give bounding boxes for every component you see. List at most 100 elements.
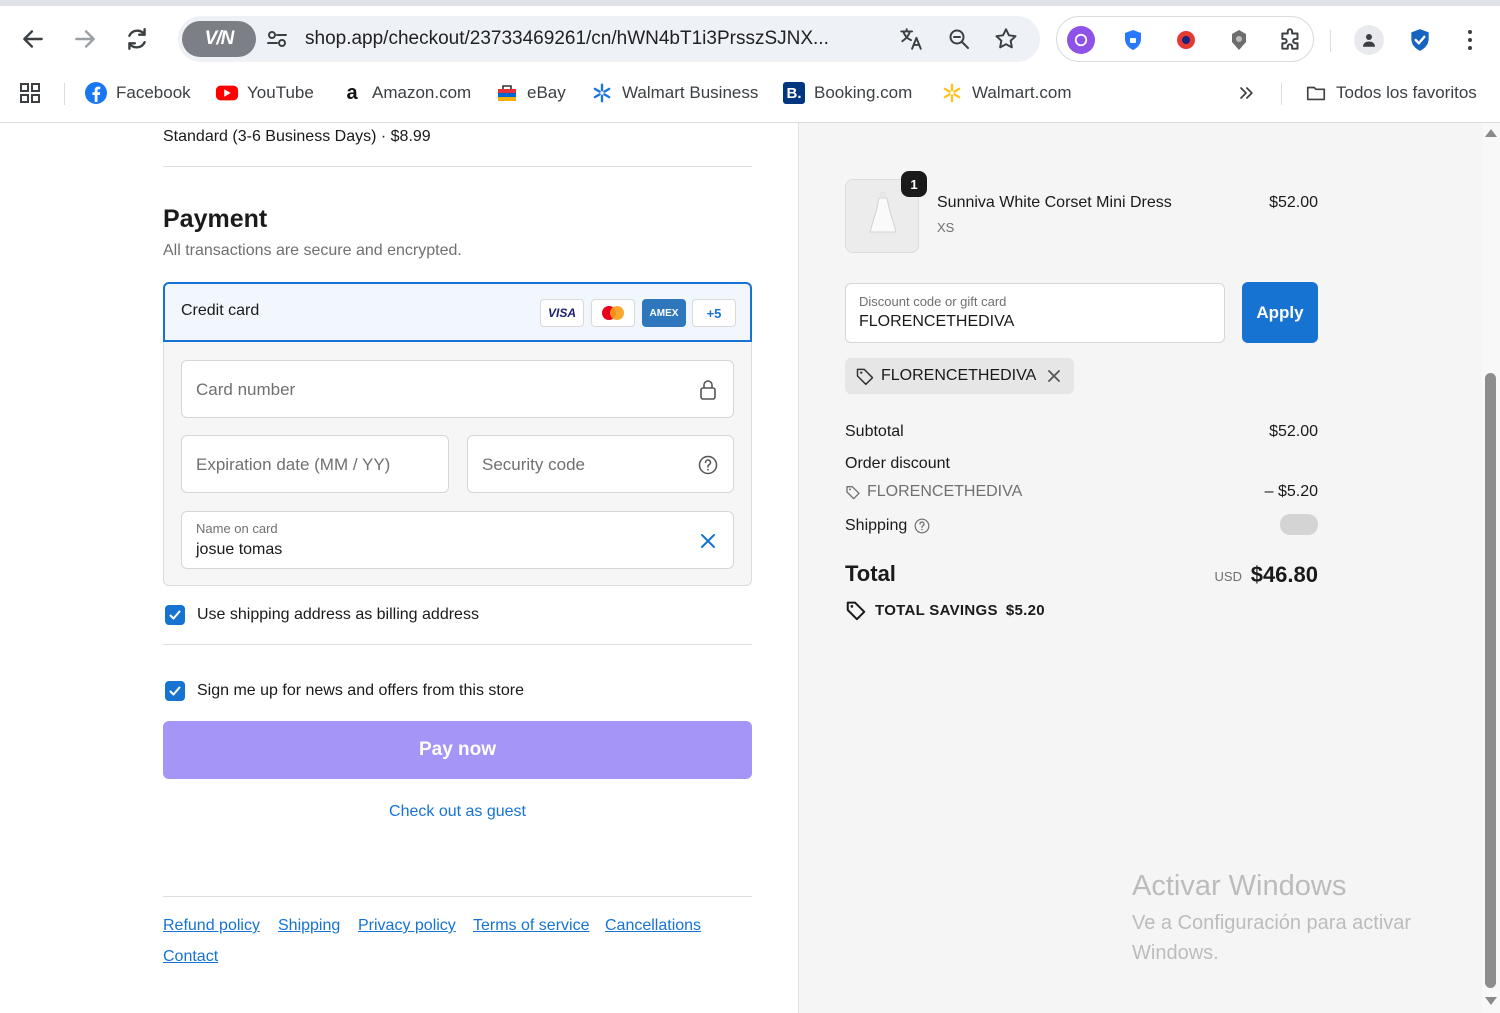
card-number-field[interactable]: Card number xyxy=(181,360,734,418)
extension-shield-icon[interactable] xyxy=(1119,26,1147,54)
order-discount-label: Order discount xyxy=(845,455,950,472)
discount-code-value: FLORENCETHEDIVA xyxy=(859,313,1015,330)
bookmark-amazon[interactable]: a Amazon.com xyxy=(340,81,471,105)
reload-button[interactable] xyxy=(120,22,154,56)
shipping-label: Shipping xyxy=(845,517,908,534)
bookmark-booking[interactable]: B. Booking.com xyxy=(782,81,912,105)
bookmark-label: Facebook xyxy=(116,83,191,102)
address-bar[interactable]: V/N shop.app/checkout/23733469261/cn/hWN… xyxy=(178,16,1040,62)
extensions-puzzle-icon[interactable] xyxy=(1277,26,1305,54)
site-settings-icon[interactable] xyxy=(262,24,292,54)
bookmark-ebay[interactable]: eBay xyxy=(495,81,566,105)
security-code-field[interactable]: Security code xyxy=(467,435,734,493)
facebook-icon xyxy=(84,81,108,105)
discount-code-input[interactable]: Discount code or gift card FLORENCETHEDI… xyxy=(845,283,1225,343)
tag-icon xyxy=(855,366,875,386)
all-bookmarks-label: Todos los favoritos xyxy=(1336,83,1477,102)
extensions-group xyxy=(1056,16,1314,62)
total-savings-value: $5.20 xyxy=(1005,601,1045,619)
name-on-card-field[interactable]: Name on card josue tomas xyxy=(181,511,734,569)
bookmarks-separator xyxy=(64,83,65,105)
total-currency: USD xyxy=(1214,569,1242,584)
scroll-up-arrow-icon[interactable] xyxy=(1485,129,1497,137)
bookmark-label: YouTube xyxy=(247,83,314,102)
bookmark-label: Booking.com xyxy=(814,83,913,102)
youtube-icon xyxy=(215,81,239,105)
privacy-policy-link[interactable]: Privacy policy xyxy=(358,917,456,935)
booking-icon: B. xyxy=(782,81,806,105)
expiration-date-field[interactable]: Expiration date (MM / YY) xyxy=(181,435,449,493)
tag-icon xyxy=(846,486,860,500)
pay-now-button[interactable]: Pay now xyxy=(163,721,752,779)
bookmarks-separator xyxy=(1281,83,1282,105)
divider xyxy=(163,896,752,897)
clear-x-icon[interactable] xyxy=(697,530,719,552)
terms-of-service-link[interactable]: Terms of service xyxy=(473,917,589,935)
shipping-policy-link[interactable]: Shipping xyxy=(278,917,340,935)
scroll-down-arrow-icon[interactable] xyxy=(1485,997,1497,1005)
order-discount-value: – $5.20 xyxy=(1264,483,1318,500)
product-variant: XS xyxy=(937,220,955,235)
zoom-icon[interactable] xyxy=(944,24,974,54)
refund-policy-link[interactable]: Refund policy xyxy=(163,917,260,935)
help-circle-icon[interactable] xyxy=(914,518,930,534)
profile-avatar-icon[interactable] xyxy=(1354,25,1384,55)
total-label: Total xyxy=(845,561,896,586)
extension-purple-icon[interactable] xyxy=(1067,26,1095,54)
shipping-loading-placeholder xyxy=(1280,514,1318,535)
divider xyxy=(163,644,752,645)
checkmark-icon xyxy=(169,686,181,696)
url-text: shop.app/checkout/23733469261/cn/hWN4bT1… xyxy=(305,28,829,49)
checkout-as-guest-link[interactable]: Check out as guest xyxy=(163,803,752,821)
credit-card-option[interactable]: Credit card VISA AMEX +5 xyxy=(163,282,752,342)
bookmark-walmart[interactable]: Walmart.com xyxy=(940,81,1072,105)
card-number-placeholder: Card number xyxy=(196,380,296,399)
windows-activation-message: Ve a Configuración para activar Windows. xyxy=(1132,912,1412,964)
forward-button[interactable] xyxy=(68,22,102,56)
more-cards-badge: +5 xyxy=(692,299,736,327)
payment-heading: Payment xyxy=(163,205,268,233)
vpn-button[interactable]: V/N xyxy=(182,21,256,57)
billing-address-checkbox[interactable] xyxy=(165,605,185,625)
scrollbar-thumb[interactable] xyxy=(1485,373,1496,988)
page-scrollbar[interactable] xyxy=(1482,123,1500,1013)
cancellations-link[interactable]: Cancellations xyxy=(605,917,701,935)
ebay-icon xyxy=(495,81,519,105)
toolbar-separator xyxy=(1330,30,1331,52)
all-bookmarks-folder[interactable]: Todos los favoritos xyxy=(1304,81,1477,105)
apps-grid-icon[interactable] xyxy=(18,81,42,105)
walmart-business-icon xyxy=(590,81,614,105)
savings-tag-icon xyxy=(845,599,867,621)
security-shield-icon[interactable] xyxy=(1405,25,1435,55)
bookmark-youtube[interactable]: YouTube xyxy=(215,81,314,105)
contact-link[interactable]: Contact xyxy=(163,948,218,966)
discount-code-label: Discount code or gift card xyxy=(859,294,1007,309)
back-button[interactable] xyxy=(16,22,50,56)
translate-icon[interactable] xyxy=(896,24,926,54)
mastercard-icon xyxy=(591,299,635,327)
bookmarks-bar: Facebook YouTube a Amazon.com eBay Walma… xyxy=(0,72,1500,114)
remove-discount-icon[interactable] xyxy=(1046,368,1062,384)
bookmark-star-icon[interactable] xyxy=(991,24,1021,54)
applied-discount-tag: FLORENCETHEDIVA xyxy=(845,358,1075,394)
subtotal-label: Subtotal xyxy=(845,423,904,440)
billing-address-label[interactable]: Use shipping address as billing address xyxy=(197,606,479,624)
bookmark-label: Walmart Business xyxy=(622,83,759,102)
apply-discount-button[interactable]: Apply xyxy=(1242,282,1318,343)
newsletter-label[interactable]: Sign me up for news and offers from this… xyxy=(197,682,524,700)
bookmark-facebook[interactable]: Facebook xyxy=(84,81,191,105)
name-on-card-label: Name on card xyxy=(196,521,278,536)
bookmark-walmart-business[interactable]: Walmart Business xyxy=(590,81,758,105)
newsletter-checkbox[interactable] xyxy=(165,681,185,701)
help-circle-icon[interactable] xyxy=(697,454,719,476)
extension-gear-icon[interactable] xyxy=(1225,26,1253,54)
extension-bug-icon[interactable] xyxy=(1172,26,1200,54)
browser-menu-icon[interactable] xyxy=(1456,24,1484,56)
product-name: Sunniva White Corset Mini Dress xyxy=(937,194,1172,211)
shipping-row-label: Shipping xyxy=(845,517,930,535)
visa-icon: VISA xyxy=(540,299,584,327)
browser-toolbar: V/N shop.app/checkout/23733469261/cn/hWN… xyxy=(0,6,1500,72)
order-discount-code: FLORENCETHEDIVA xyxy=(845,483,1022,501)
more-bookmarks-chevron-icon[interactable] xyxy=(1236,81,1256,105)
windows-activation-title: Activar Windows xyxy=(1132,870,1347,902)
